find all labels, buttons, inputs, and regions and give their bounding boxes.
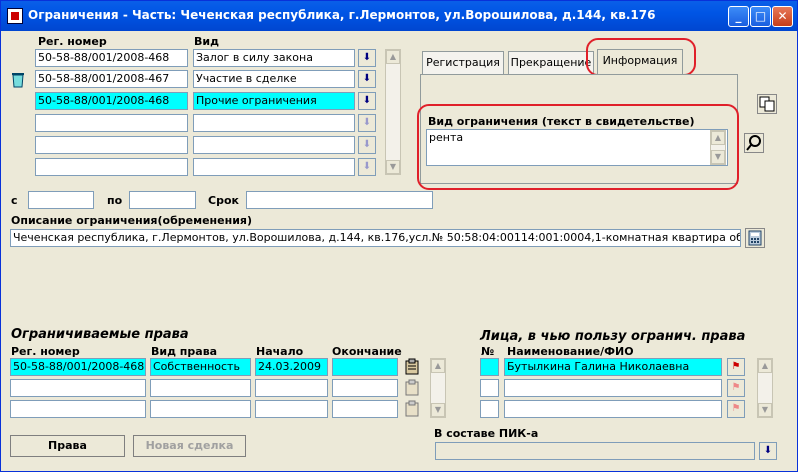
- scroll-down-icon[interactable]: ▼: [431, 403, 445, 417]
- reg-table-scrollbar[interactable]: ▲ ▼: [385, 49, 401, 175]
- term-field[interactable]: [246, 191, 433, 209]
- clipboard-icon[interactable]: [403, 400, 423, 420]
- right-end-field[interactable]: [332, 400, 398, 418]
- person-num-field[interactable]: [480, 400, 499, 418]
- select-arrow-button[interactable]: ⬇: [358, 136, 376, 154]
- reg-number-field[interactable]: 50-58-88/001/2008-468: [35, 49, 188, 67]
- person-name-field[interactable]: [504, 379, 722, 397]
- app-icon: [7, 8, 23, 24]
- select-arrow-button[interactable]: ⬇: [358, 70, 376, 88]
- right-start-field[interactable]: [255, 400, 328, 418]
- rights-col-reg: Рег. номер: [11, 345, 80, 358]
- trash-icon[interactable]: [9, 71, 29, 91]
- select-arrow-button[interactable]: ⬇: [358, 158, 376, 176]
- scroll-up-icon[interactable]: ▲: [758, 359, 772, 373]
- reg-number-field[interactable]: [35, 136, 188, 154]
- window-title: Ограничения - Часть: Чеченская республик…: [28, 8, 656, 22]
- tab-registration[interactable]: Регистрация: [422, 51, 504, 74]
- right-reg-field[interactable]: [10, 379, 146, 397]
- title-bar[interactable]: Ограничения - Часть: Чеченская республик…: [1, 1, 797, 31]
- right-reg-field[interactable]: [10, 400, 146, 418]
- pik-field[interactable]: [435, 442, 755, 460]
- vid-field[interactable]: [193, 136, 355, 154]
- rights-col-end: Окончание: [332, 345, 402, 358]
- scroll-down-icon[interactable]: ▼: [386, 160, 400, 174]
- reg-number-field-selected[interactable]: 50-58-88/001/2008-468: [35, 92, 188, 110]
- to-label: по: [107, 194, 123, 207]
- scroll-up-icon[interactable]: ▲: [431, 359, 445, 373]
- persons-section-title: Лица, в чью пользу огранич. права: [480, 329, 746, 344]
- col-header-reg: Рег. номер: [38, 35, 107, 48]
- calculator-icon[interactable]: [745, 228, 765, 248]
- pik-label: В составе ПИК-а: [434, 427, 539, 440]
- select-arrow-button[interactable]: ⬇: [358, 114, 376, 132]
- to-date-field[interactable]: [129, 191, 196, 209]
- person-num-field-selected[interactable]: [480, 358, 499, 376]
- reg-number-field[interactable]: [35, 114, 188, 132]
- from-label: с: [11, 194, 18, 207]
- reg-number-field[interactable]: [35, 158, 188, 176]
- right-end-field-selected[interactable]: [332, 358, 398, 376]
- rights-scrollbar[interactable]: ▲ ▼: [430, 358, 446, 418]
- rights-section-title: Ограничиваемые права: [11, 327, 189, 342]
- new-deal-button[interactable]: Новая сделка: [133, 435, 246, 457]
- tab-termination[interactable]: Прекращение: [508, 51, 594, 74]
- maximize-button[interactable]: □: [750, 6, 771, 27]
- main-window: Ограничения - Часть: Чеченская республик…: [0, 0, 798, 472]
- clipboard-icon[interactable]: [403, 379, 423, 399]
- right-reg-field-selected[interactable]: 50-58-88/001/2008-468: [10, 358, 146, 376]
- clipboard-icon[interactable]: [403, 358, 423, 378]
- right-end-field[interactable]: [332, 379, 398, 397]
- description-field[interactable]: Чеченская республика, г.Лермонтов, ул.Во…: [10, 229, 741, 247]
- close-button[interactable]: ✕: [772, 6, 793, 27]
- person-name-field[interactable]: [504, 400, 722, 418]
- vid-field[interactable]: [193, 114, 355, 132]
- copy-icon[interactable]: [757, 94, 777, 114]
- person-name-field-selected[interactable]: Бутылкина Галина Николаевна: [504, 358, 722, 376]
- right-vid-field-selected[interactable]: Собственность: [150, 358, 251, 376]
- select-arrow-button[interactable]: ⬇: [358, 92, 376, 110]
- persons-col-name: Наименование/ФИО: [507, 345, 634, 358]
- person-select-icon[interactable]: ⚑: [727, 358, 745, 376]
- right-vid-field[interactable]: [150, 400, 251, 418]
- rights-col-start: Начало: [256, 345, 304, 358]
- person-num-field[interactable]: [480, 379, 499, 397]
- magnifier-icon[interactable]: [744, 133, 764, 153]
- scroll-up-icon[interactable]: ▲: [386, 50, 400, 64]
- highlight-ring: [417, 104, 739, 190]
- vid-field[interactable]: [193, 158, 355, 176]
- persons-scrollbar[interactable]: ▲ ▼: [757, 358, 773, 418]
- pik-dropdown-button[interactable]: ⬇: [759, 442, 777, 460]
- vid-field[interactable]: Участие в сделке: [193, 70, 355, 88]
- description-label: Описание ограничения(обременения): [11, 214, 253, 227]
- from-date-field[interactable]: [28, 191, 94, 209]
- right-start-field-selected[interactable]: 24.03.2009: [255, 358, 328, 376]
- person-select-icon[interactable]: ⚑: [727, 400, 745, 418]
- vid-field-selected[interactable]: Прочие ограничения: [193, 92, 355, 110]
- highlight-ring: [586, 38, 696, 76]
- vid-field[interactable]: Залог в силу закона: [193, 49, 355, 67]
- scroll-down-icon[interactable]: ▼: [758, 403, 772, 417]
- select-arrow-button[interactable]: ⬇: [358, 49, 376, 67]
- persons-col-num: №: [481, 345, 495, 358]
- person-select-icon[interactable]: ⚑: [727, 379, 745, 397]
- right-start-field[interactable]: [255, 379, 328, 397]
- right-vid-field[interactable]: [150, 379, 251, 397]
- rights-col-vid: Вид права: [151, 345, 218, 358]
- rights-button[interactable]: Права: [10, 435, 125, 457]
- minimize-button[interactable]: _: [728, 6, 749, 27]
- term-label: Срок: [208, 194, 239, 207]
- reg-number-field[interactable]: 50-58-88/001/2008-467: [35, 70, 188, 88]
- col-header-vid: Вид: [194, 35, 219, 48]
